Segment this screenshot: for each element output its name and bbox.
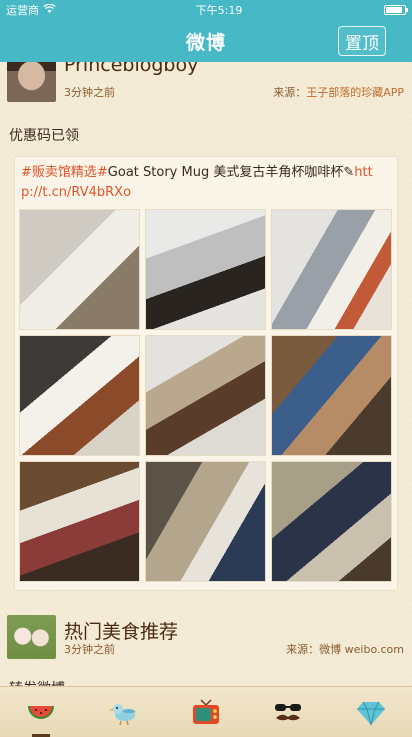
source-name[interactable]: 王子部落的珍藏APP: [306, 86, 404, 99]
wifi-icon: [43, 3, 56, 17]
bird-icon: [108, 704, 136, 726]
page-title: 微博: [185, 31, 226, 54]
tab-video[interactable]: [181, 690, 231, 734]
tab-home[interactable]: [16, 690, 66, 737]
link-icon: ✎: [343, 165, 355, 180]
repost-text: #贩卖馆精选#Goat Story Mug 美式复古羊角杯咖啡杯✎http://…: [19, 163, 393, 209]
photo-thumbnail[interactable]: [19, 461, 140, 582]
battery-icon: [383, 5, 408, 15]
source-prefix: 来源：: [286, 643, 320, 656]
source-name[interactable]: 微博 weibo.com: [319, 643, 404, 656]
post-time: 3分钟之前: [64, 86, 115, 99]
photo-thumbnail[interactable]: [145, 461, 266, 582]
tab-profile[interactable]: [263, 690, 313, 734]
photo-thumbnail[interactable]: [145, 209, 266, 330]
photo-thumbnail[interactable]: [271, 461, 392, 582]
tab-discover[interactable]: [99, 690, 149, 734]
photo-grid: [19, 209, 393, 582]
carrier-label: 运营商: [6, 4, 39, 17]
photo-thumbnail[interactable]: [145, 335, 266, 456]
nav-bar: 微博 置顶: [0, 20, 412, 62]
tv-icon: [192, 699, 219, 724]
post-time: 3分钟之前: [64, 643, 115, 656]
hashtag-link[interactable]: #贩卖馆精选#: [21, 165, 108, 180]
post-item[interactable]: 热门美食推荐 3分钟之前 来源：微博 weibo.com 转发微博: [0, 609, 412, 686]
photo-thumbnail[interactable]: [19, 209, 140, 330]
diamond-icon: [356, 701, 385, 726]
avatar[interactable]: [7, 62, 56, 102]
post-source: 来源：微博 weibo.com: [286, 641, 404, 657]
post-text: 优惠码已领: [9, 128, 79, 144]
tab-more[interactable]: [346, 690, 396, 734]
avatar[interactable]: [7, 615, 56, 659]
watermelon-icon: [28, 706, 55, 719]
photo-thumbnail[interactable]: [19, 335, 140, 456]
post-item[interactable]: Princeblogboy 3分钟之前 来源：王子部落的珍藏APP 优惠码已领 …: [0, 62, 412, 591]
feed[interactable]: Princeblogboy 3分钟之前 来源：王子部落的珍藏APP 优惠码已领 …: [0, 62, 412, 686]
source-prefix: 来源：: [273, 86, 307, 99]
mustache-glasses-icon: [275, 704, 302, 721]
status-bar: 运营商 下午5:19: [0, 0, 412, 20]
tab-bar: [0, 686, 412, 737]
photo-thumbnail[interactable]: [271, 335, 392, 456]
repost-body: Goat Story Mug 美式复古羊角杯咖啡杯: [107, 165, 344, 180]
repost-card[interactable]: #贩卖馆精选#Goat Story Mug 美式复古羊角杯咖啡杯✎http://…: [14, 156, 398, 591]
username[interactable]: 热门美食推荐: [64, 617, 178, 644]
photo-thumbnail[interactable]: [271, 209, 392, 330]
post-source: 来源：王子部落的珍藏APP: [273, 84, 404, 100]
status-time: 下午5:19: [195, 4, 243, 17]
username[interactable]: Princeblogboy: [64, 62, 198, 76]
post-text: 转发微博: [0, 671, 412, 686]
pin-top-button[interactable]: 置顶: [338, 26, 386, 56]
